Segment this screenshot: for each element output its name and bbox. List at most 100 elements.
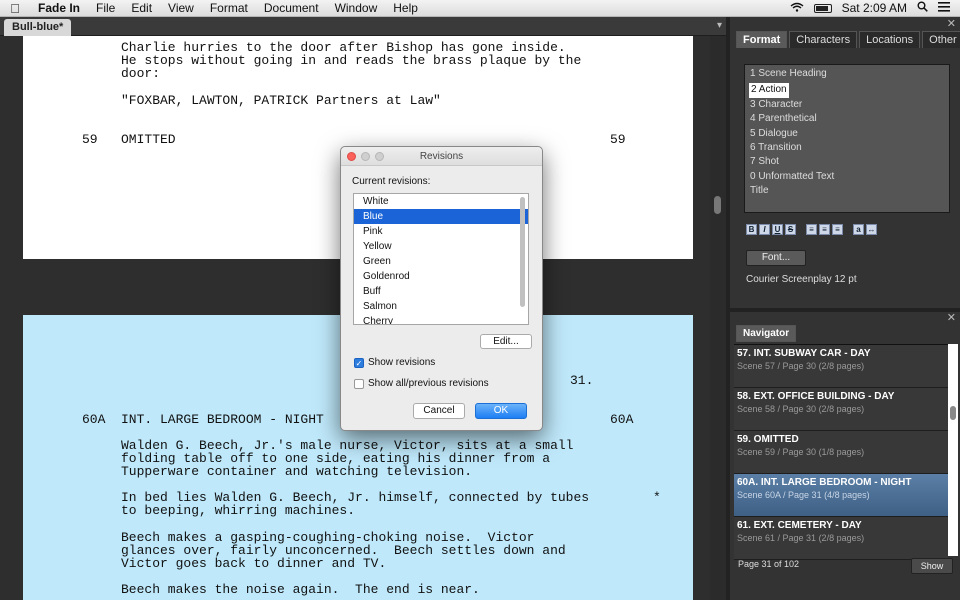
battery-icon[interactable] [813,3,832,13]
tab-other[interactable]: Other [922,31,960,48]
scene-item-selected[interactable]: 60A. INT. LARGE BEDROOM - NIGHT Scene 60… [734,474,948,517]
revision-item-selected[interactable]: Blue [354,209,528,224]
scrollbar-thumb[interactable] [714,196,721,214]
menu-file[interactable]: File [88,1,123,15]
navigator-scrollbar[interactable] [948,344,958,556]
menu-app-name[interactable]: Fade In [30,1,88,15]
menu-edit[interactable]: Edit [123,1,160,15]
scene-item[interactable]: 58. EXT. OFFICE BUILDING - DAY Scene 58 … [734,388,948,431]
align-center-icon[interactable]: ≡ [819,224,830,235]
panel-divider[interactable] [730,308,960,312]
editor-scrollbar[interactable] [710,36,726,600]
tab-overflow-menu-icon[interactable]: ▾ [717,20,722,31]
scene-item[interactable]: 61. EXT. CEMETERY - DAY Scene 61 / Page … [734,517,948,560]
tab-locations[interactable]: Locations [859,31,921,48]
revision-item[interactable]: Goldenrod [354,269,528,284]
scene-title: 60A. INT. LARGE BEDROOM - NIGHT [737,477,912,488]
scene-number-left: 60A [82,412,106,427]
show-button[interactable]: Show [911,558,953,574]
show-all-revisions-checkbox[interactable] [354,378,364,389]
element-type-item[interactable]: 6 Transition [749,141,945,155]
page-count: Page 31 of 102 [738,559,800,569]
ok-button[interactable]: OK [475,403,527,419]
element-type-item[interactable]: 7 Shot [749,155,945,169]
dialog-titlebar[interactable]: Revisions [341,147,542,166]
close-format-panel-icon[interactable]: ✕ [947,17,956,30]
menu-bar:  Fade In File Edit View Format Document… [0,0,960,17]
cancel-button[interactable]: Cancel [413,403,465,419]
text-direction-icon[interactable]: ↔ [866,224,877,235]
notification-center-icon[interactable] [938,1,950,15]
show-all-revisions-label[interactable]: Show all/previous revisions [368,378,489,389]
spotlight-search-icon[interactable] [917,1,928,15]
action-line: door: [121,66,161,81]
current-revisions-label: Current revisions: [352,176,431,187]
document-tab-strip: Bull-blue* ▾ [0,17,726,36]
revision-item[interactable]: Pink [354,224,528,239]
revision-item[interactable]: Yellow [354,239,528,254]
edit-revision-button[interactable]: Edit... [480,334,532,349]
page-number: 31. [570,373,594,388]
revision-item[interactable]: Buff [354,284,528,299]
action-line: He stops without going in and reads the … [121,53,582,68]
align-left-icon[interactable]: ≡ [806,224,817,235]
zoom-window-icon [375,152,384,161]
scene-number-right: 60A [610,412,634,427]
text-case-icon[interactable]: a [853,224,864,235]
element-type-item[interactable]: 1 Scene Heading [749,67,945,81]
revision-item[interactable]: Salmon [354,299,528,314]
scene-title: 58. EXT. OFFICE BUILDING - DAY [737,391,895,402]
revision-item[interactable]: White [354,194,528,209]
tab-navigator[interactable]: Navigator [736,325,797,342]
wifi-icon[interactable] [790,1,804,15]
scene-info: Scene 60A / Page 31 (4/8 pages) [737,490,870,500]
close-navigator-icon[interactable]: ✕ [947,311,956,324]
tab-document[interactable]: Bull-blue* [4,19,72,36]
tab-characters[interactable]: Characters [789,31,858,48]
font-button[interactable]: Font... [746,250,806,266]
show-revisions-checkbox[interactable]: ✓ [354,357,364,368]
revisions-list[interactable]: White Blue Pink Yellow Green Goldenrod B… [353,193,529,325]
show-all-revisions-row[interactable]: Show all/previous revisions [354,378,489,389]
italic-icon[interactable]: I [759,224,770,235]
scene-number-right: 59 [610,132,626,147]
scene-item[interactable]: 57. INT. SUBWAY CAR - DAY Scene 57 / Pag… [734,345,948,388]
action-line: Victor goes back to dinner and TV. [121,556,387,571]
close-window-icon[interactable] [347,152,356,161]
menu-document[interactable]: Document [256,1,327,15]
scene-number-left: 59 [82,132,98,147]
element-type-item-selected[interactable]: 2 Action [749,83,789,98]
bold-icon[interactable]: B [746,224,757,235]
element-type-item[interactable]: Title [749,184,945,198]
scene-title: 59. OMITTED [737,434,799,445]
scene-info: Scene 58 / Page 30 (2/8 pages) [737,404,865,414]
element-type-item[interactable]: 3 Character [749,98,945,112]
element-type-item[interactable]: 0 Unformatted Text [749,170,945,184]
menu-window[interactable]: Window [327,1,386,15]
revision-item[interactable]: Cherry [354,314,528,324]
scrollbar-thumb[interactable] [950,406,956,420]
element-type-item[interactable]: 4 Parenthetical [749,112,945,126]
scene-navigator-list[interactable]: 57. INT. SUBWAY CAR - DAY Scene 57 / Pag… [734,344,948,560]
dialog-title: Revisions [419,151,464,162]
menu-view[interactable]: View [160,1,202,15]
scene-item[interactable]: 59. OMITTED Scene 59 / Page 30 (1/8 page… [734,431,948,474]
scene-info: Scene 61 / Page 31 (2/8 pages) [737,533,865,543]
menu-format[interactable]: Format [202,1,256,15]
text-style-toolbar: B I U S ≡ ≡ ≡ a ↔ [746,224,879,235]
revisions-list-scrollbar[interactable] [520,197,525,307]
element-type-list[interactable]: 1 Scene Heading 2 Action 3 Character 4 P… [744,64,950,213]
menu-clock[interactable]: Sat 2:09 AM [842,1,907,15]
apple-menu-icon[interactable]:  [0,1,30,16]
underline-icon[interactable]: U [772,224,783,235]
menu-help[interactable]: Help [385,1,426,15]
show-revisions-label[interactable]: Show revisions [368,357,435,368]
strikethrough-icon[interactable]: S [785,224,796,235]
element-type-item[interactable]: 5 Dialogue [749,127,945,141]
tab-format[interactable]: Format [736,31,788,48]
revision-mark: * [653,490,661,505]
revision-item[interactable]: Green [354,254,528,269]
font-info: Courier Screenplay 12 pt [746,274,857,285]
show-revisions-row[interactable]: ✓ Show revisions [354,357,435,368]
align-right-icon[interactable]: ≡ [832,224,843,235]
